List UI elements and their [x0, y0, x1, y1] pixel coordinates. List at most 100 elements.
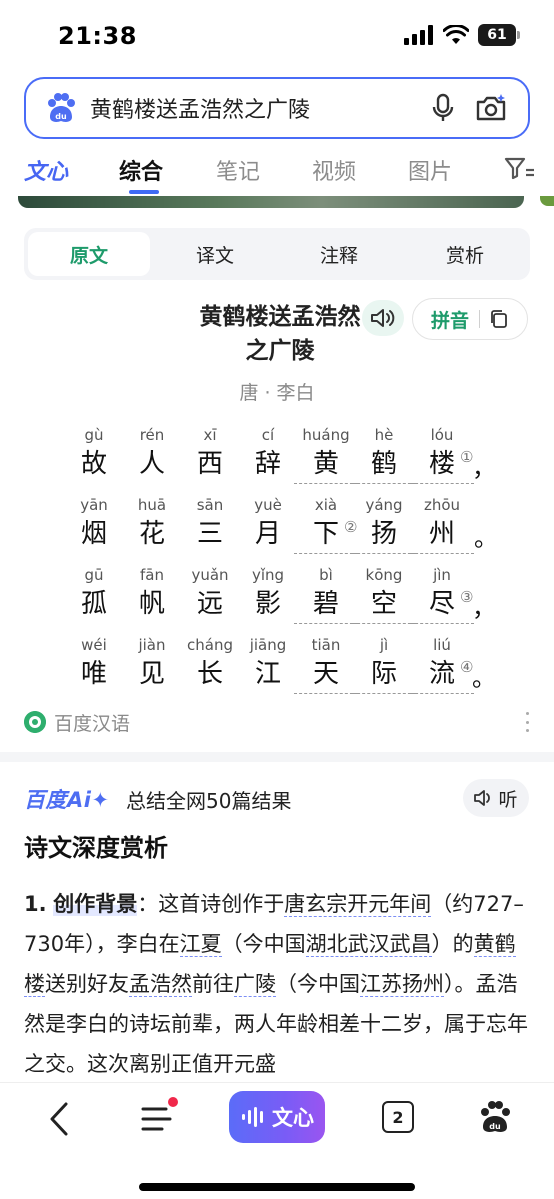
entity-link[interactable]: 广陵 — [234, 972, 276, 997]
poem-character[interactable]: huáng 黄 — [294, 424, 358, 484]
microphone-icon[interactable] — [428, 93, 458, 123]
source-attribution[interactable]: 百度汉语 — [24, 708, 130, 736]
poem-character[interactable]: kōng 空 — [352, 564, 416, 624]
pinyin-text: yuǎn — [191, 566, 229, 584]
pinyin-text: cí — [261, 426, 275, 444]
pinyin-text: gù — [84, 426, 104, 444]
poem-character[interactable]: yǐng 影 — [236, 564, 300, 624]
hanzi-text: 扬 — [352, 516, 416, 554]
pinyin-text: yuè — [254, 496, 282, 514]
baidu-paw-icon: du — [48, 93, 75, 122]
search-input[interactable]: 黄鹤楼送孟浩然之广陵 — [90, 92, 428, 124]
entity-link[interactable]: 江夏 — [179, 932, 222, 957]
camera-search-icon[interactable] — [474, 91, 508, 125]
hanzi-text: 花 — [138, 519, 165, 549]
entity-link[interactable]: 江苏扬州 — [360, 972, 444, 997]
search-bar[interactable]: du 黄鹤楼送孟浩然之广陵 — [24, 77, 530, 139]
paragraph-text: 前往 — [192, 972, 234, 996]
poem-character[interactable]: rén 人 — [120, 424, 184, 484]
hanzi-text: 江 — [254, 659, 281, 689]
tab-comprehensive[interactable]: 综合 — [119, 154, 163, 186]
hanzi-text: 孤 — [80, 589, 107, 619]
status-icons: 61 — [404, 24, 520, 46]
poem-character[interactable]: bì 碧 — [294, 564, 358, 624]
pinyin-text: yáng — [365, 496, 403, 514]
tab-video[interactable]: 视频 — [312, 154, 356, 186]
pinyin-text: xī — [203, 426, 217, 444]
pinyin-text: bì — [319, 566, 333, 584]
entity-link[interactable]: 孟浩然 — [129, 972, 192, 997]
poem-character[interactable]: sān 三 — [178, 494, 242, 554]
source-label: 百度汉语 — [54, 712, 131, 735]
annotation-marker[interactable]: ② — [344, 518, 357, 536]
search-category-tabs: 文心 综合 笔记 视频 图片 — [0, 150, 554, 196]
pinyin-text: huā — [137, 496, 167, 514]
tab-annotation[interactable]: 注释 — [278, 232, 400, 276]
poem-character[interactable]: fān 帆 — [120, 564, 184, 624]
listen-button[interactable]: 听 — [463, 779, 529, 817]
pinyin-text: yǐng — [251, 566, 285, 584]
pinyin-text: kōng — [365, 566, 403, 584]
poem-character[interactable]: yuè 月 — [236, 494, 300, 554]
tab-translation[interactable]: 译文 — [154, 232, 276, 276]
svg-text:du: du — [489, 1122, 501, 1131]
hanzi-text: 碧 — [294, 586, 358, 624]
poem-line: gù 故 rén 人 xī 西 cí 辞 huáng 黄 hè 鹤 lóu 楼 ①， — [0, 424, 554, 490]
pinyin-label: 拼音 — [431, 309, 470, 332]
pinyin-toggle-button[interactable]: 拼音 — [412, 298, 528, 340]
tab-notes[interactable]: 笔记 — [216, 154, 260, 186]
poem-character[interactable]: gù 故 — [62, 424, 126, 484]
baidu-home-icon[interactable]: du — [477, 1099, 513, 1135]
hanzi-text: 远 — [196, 589, 223, 619]
section-heading: 诗文深度赏析 — [24, 834, 168, 862]
entity-link[interactable]: 唐玄宗开元年间 — [284, 892, 432, 917]
listen-label: 听 — [498, 788, 518, 811]
pinyin-text: gū — [84, 566, 104, 584]
entity-link[interactable]: 湖北武汉武昌 — [305, 932, 432, 957]
tab-original-text[interactable]: 原文 — [28, 232, 150, 276]
pinyin-text: jiāng — [249, 636, 287, 654]
poem-character[interactable]: jiāng 江 — [236, 634, 300, 694]
poem-character[interactable]: xī 西 — [178, 424, 242, 484]
tab-wenxin[interactable]: 文心 — [24, 154, 68, 186]
poem-character[interactable]: jiàn 见 — [120, 634, 184, 694]
poem-character[interactable]: huā 花 — [120, 494, 184, 554]
paragraph-text: （今中国 — [221, 932, 306, 956]
ai-summary-text: 总结全网50篇结果 — [126, 789, 292, 813]
poem-character[interactable]: jì 际 — [352, 634, 416, 694]
poem-line: wéi 唯 jiàn 见 cháng 长 jiāng 江 tiān 天 jì 际 liú 流 ④。 — [0, 634, 554, 700]
back-arrow-icon[interactable] — [44, 1101, 74, 1137]
tab-images[interactable]: 图片 — [408, 154, 452, 186]
hanzi-text: 州 — [410, 516, 474, 554]
poem-character[interactable]: cháng 长 — [178, 634, 242, 694]
read-aloud-button[interactable] — [362, 300, 404, 336]
filter-icon[interactable] — [504, 156, 534, 182]
more-options-icon[interactable] — [524, 712, 530, 732]
pinyin-text: zhōu — [423, 496, 461, 514]
open-tabs-button[interactable]: 2 — [382, 1101, 414, 1133]
active-tab-underline — [129, 190, 159, 194]
tab-appreciation[interactable]: 赏析 — [404, 232, 526, 276]
poem-character[interactable]: wéi 唯 — [62, 634, 126, 694]
side-result-image — [540, 196, 554, 206]
paragraph-text: ）的 — [431, 932, 474, 956]
poem-character[interactable]: yuǎn 远 — [178, 564, 242, 624]
speaker-icon — [371, 309, 395, 327]
baidu-ai-logo: 百度Ai✦ — [24, 788, 110, 812]
speaker-icon — [474, 790, 491, 806]
copy-icon[interactable] — [489, 309, 509, 329]
poem-character[interactable]: gū 孤 — [62, 564, 126, 624]
poem-character[interactable]: yáng 扬 — [352, 494, 416, 554]
wenxin-assistant-button[interactable]: 文心 — [229, 1091, 325, 1143]
poem-character[interactable]: tiān 天 — [294, 634, 358, 694]
hanzi-text: 故 — [80, 449, 107, 479]
poem-character[interactable]: yān 烟 — [62, 494, 126, 554]
pinyin-separator — [479, 310, 481, 328]
poem-segment-tabs: 原文 译文 注释 赏析 — [24, 228, 530, 280]
poem-character[interactable]: cí 辞 — [236, 424, 300, 484]
hanzi-text: 帆 — [138, 589, 165, 619]
paragraph-text: ：这首诗创作于 — [137, 892, 285, 916]
poem-line: gū 孤 fān 帆 yuǎn 远 yǐng 影 bì 碧 kōng 空 jìn 尽 ③， — [0, 564, 554, 630]
poem-character[interactable]: zhōu 州 — [410, 494, 474, 554]
poem-character[interactable]: hè 鹤 — [352, 424, 416, 484]
